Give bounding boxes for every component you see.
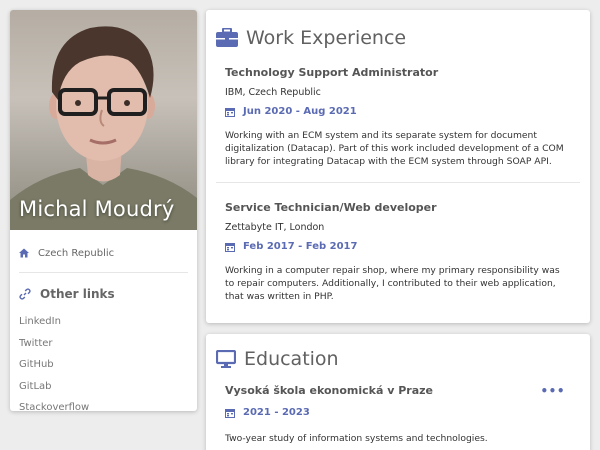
calendar-icon bbox=[225, 242, 235, 252]
more-options-icon[interactable]: ••• bbox=[540, 384, 565, 398]
link-github[interactable]: GitHub bbox=[19, 354, 188, 376]
profile-name: Michal Moudrý bbox=[19, 197, 175, 221]
monitor-icon bbox=[216, 350, 236, 368]
education-header: Education bbox=[206, 334, 590, 384]
link-twitter[interactable]: Twitter bbox=[19, 333, 188, 355]
other-links-title: Other links bbox=[40, 287, 115, 301]
job-company: IBM, Czech Republic bbox=[225, 87, 321, 98]
location-text: Czech Republic bbox=[38, 247, 115, 259]
job-dates-row: Jun 2020 - Aug 2021 bbox=[225, 106, 571, 117]
briefcase-icon bbox=[216, 28, 238, 47]
calendar-icon bbox=[225, 107, 235, 117]
work-experience-title: Work Experience bbox=[246, 27, 407, 49]
job-title: Service Technician/Web developer bbox=[225, 201, 437, 214]
profile-card: Michal Moudrý Czech Republic Other links… bbox=[10, 10, 197, 411]
work-entry: Service Technician/Web developer Zettaby… bbox=[206, 201, 590, 303]
work-divider bbox=[216, 182, 580, 183]
link-stackoverflow[interactable]: Stackoverflow bbox=[19, 397, 188, 411]
work-experience-header: Work Experience bbox=[206, 10, 590, 66]
education-description: Two-year study of information systems an… bbox=[225, 433, 488, 444]
home-icon bbox=[19, 248, 29, 258]
link-linkedin[interactable]: LinkedIn bbox=[19, 311, 188, 333]
job-company: Zettabyte IT, London bbox=[225, 222, 325, 233]
job-description: Working in a computer repair shop, where… bbox=[225, 265, 560, 302]
education-title: Education bbox=[244, 348, 339, 370]
other-links-list: LinkedIn Twitter GitHub GitLab Stackover… bbox=[10, 305, 197, 411]
work-entry: Technology Support Administrator IBM, Cz… bbox=[206, 66, 590, 168]
education-dates: 2021 - 2023 bbox=[243, 407, 310, 418]
link-icon bbox=[19, 288, 31, 300]
job-dates: Jun 2020 - Aug 2021 bbox=[243, 106, 357, 117]
link-gitlab[interactable]: GitLab bbox=[19, 376, 188, 398]
other-links-heading: Other links bbox=[10, 273, 197, 305]
job-description: Working with an ECM system and its separ… bbox=[225, 130, 564, 167]
work-experience-card: Work Experience Technology Support Admin… bbox=[206, 10, 590, 323]
job-dates: Feb 2017 - Feb 2017 bbox=[243, 241, 358, 252]
education-dates-row: 2021 - 2023 bbox=[225, 407, 571, 418]
location-row: Czech Republic bbox=[10, 230, 197, 266]
resume-page: Michal Moudrý Czech Republic Other links… bbox=[0, 0, 600, 450]
school-name: Vysoká škola ekonomická v Praze bbox=[225, 384, 434, 397]
job-dates-row: Feb 2017 - Feb 2017 bbox=[225, 241, 571, 252]
calendar-icon bbox=[225, 408, 235, 418]
profile-photo: Michal Moudrý bbox=[10, 10, 197, 230]
education-card: Education Vysoká škola ekonomická v Praz… bbox=[206, 334, 590, 450]
job-title: Technology Support Administrator bbox=[225, 66, 439, 79]
education-entry: Vysoká škola ekonomická v Praze ••• 2021… bbox=[206, 384, 590, 445]
